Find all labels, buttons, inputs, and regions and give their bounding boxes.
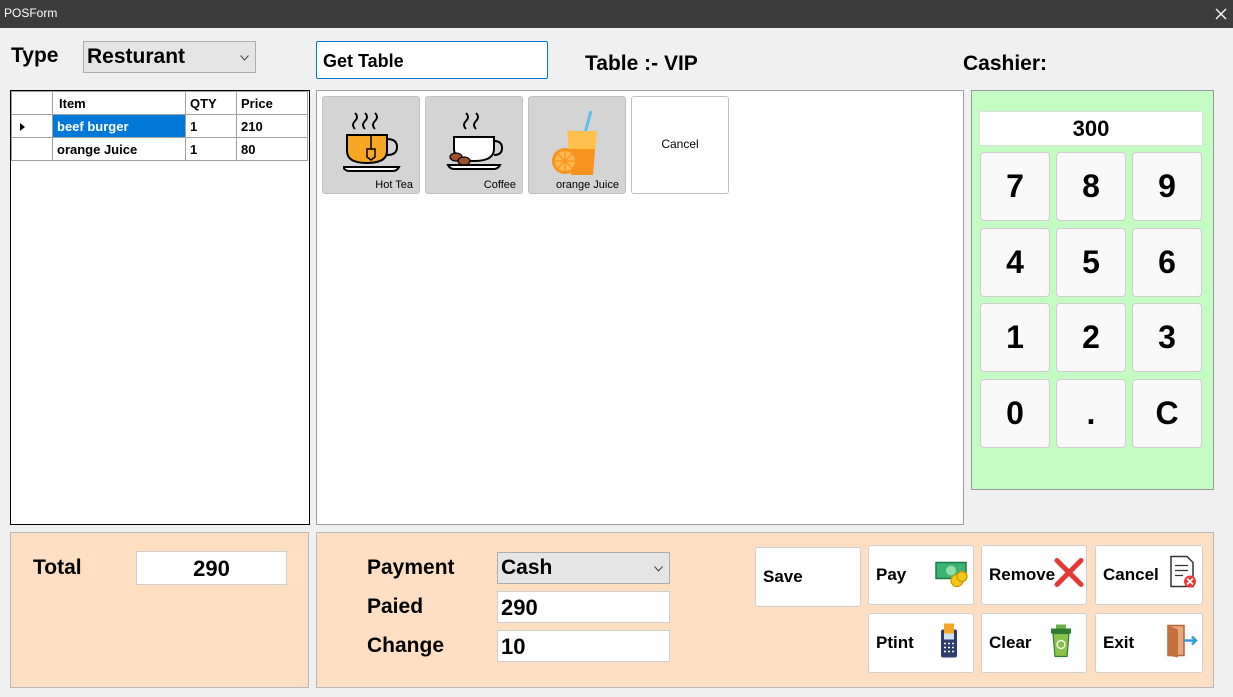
cell-item[interactable]: beef burger bbox=[52, 114, 186, 138]
key-0[interactable]: 0 bbox=[980, 379, 1050, 448]
menu-panel: Hot Tea Coffee orange Juice Cancel bbox=[316, 90, 964, 525]
coffee-icon bbox=[444, 111, 504, 180]
menu-item-label: Coffee bbox=[483, 179, 516, 191]
recycle-bin-icon bbox=[1050, 624, 1072, 663]
key-9[interactable]: 9 bbox=[1132, 152, 1202, 221]
cell-qty[interactable]: 1 bbox=[185, 114, 237, 138]
cancel-document-icon bbox=[1168, 555, 1198, 596]
exit-door-icon bbox=[1164, 624, 1198, 663]
cashier-label: Cashier: bbox=[963, 52, 1048, 75]
menu-cancel-button[interactable]: Cancel bbox=[631, 96, 729, 194]
column-header-price[interactable]: Price bbox=[236, 91, 308, 115]
table-row[interactable]: orange Juice 1 80 bbox=[11, 137, 308, 161]
menu-item-coffee[interactable]: Coffee bbox=[425, 96, 523, 194]
cancel-button[interactable]: Cancel bbox=[1095, 545, 1203, 605]
key-4[interactable]: 4 bbox=[980, 228, 1050, 297]
key-8[interactable]: 8 bbox=[1056, 152, 1126, 221]
total-panel: Total 290 bbox=[10, 532, 309, 688]
remove-button[interactable]: Remove bbox=[981, 545, 1087, 605]
order-table-header: Item QTY Price bbox=[11, 91, 308, 115]
order-table: Item QTY Price beef burger 1 210 orange … bbox=[11, 91, 308, 161]
change-label: Change bbox=[367, 634, 445, 657]
orange-juice-icon bbox=[551, 109, 603, 184]
get-table-button-label: Get Table bbox=[323, 51, 404, 71]
paid-label: Paied bbox=[367, 595, 424, 618]
row-header-corner bbox=[11, 91, 53, 115]
menu-item-orange-juice[interactable]: orange Juice bbox=[528, 96, 626, 194]
total-value: 290 bbox=[136, 551, 287, 585]
get-table-button[interactable]: Get Table bbox=[316, 41, 548, 79]
key-2[interactable]: 2 bbox=[1056, 303, 1126, 372]
key-5[interactable]: 5 bbox=[1056, 228, 1126, 297]
payment-label: Payment bbox=[367, 556, 455, 579]
payment-select-value: Cash bbox=[501, 556, 553, 579]
row-selector[interactable] bbox=[11, 137, 53, 161]
print-button[interactable]: Ptint bbox=[868, 613, 974, 673]
payment-select[interactable]: Cash bbox=[497, 552, 670, 584]
cancel-button-label: Cancel bbox=[1103, 565, 1159, 584]
close-icon[interactable] bbox=[1209, 0, 1233, 28]
type-label: Type bbox=[11, 44, 59, 67]
chevron-down-icon bbox=[240, 48, 249, 66]
clear-button-label: Clear bbox=[989, 633, 1032, 652]
key-6[interactable]: 6 bbox=[1132, 228, 1202, 297]
menu-cancel-label: Cancel bbox=[661, 137, 699, 151]
row-pointer-icon bbox=[16, 119, 26, 134]
key-clear[interactable]: C bbox=[1132, 379, 1202, 448]
type-select-value: Resturant bbox=[87, 45, 186, 68]
pay-button-label: Pay bbox=[876, 565, 907, 584]
cell-price[interactable]: 80 bbox=[236, 137, 308, 161]
change-value: 10 bbox=[497, 630, 670, 662]
cell-qty[interactable]: 1 bbox=[185, 137, 237, 161]
numpad-display: 300 bbox=[979, 111, 1203, 146]
key-3[interactable]: 3 bbox=[1132, 303, 1202, 372]
type-select[interactable]: Resturant bbox=[83, 41, 256, 73]
paid-input[interactable]: 290 bbox=[497, 591, 670, 623]
chevron-down-icon bbox=[654, 559, 663, 577]
table-label: Table :- VIP bbox=[585, 52, 698, 75]
order-grid[interactable]: Item QTY Price beef burger 1 210 orange … bbox=[10, 90, 310, 525]
print-button-label: Ptint bbox=[876, 633, 914, 652]
card-terminal-icon bbox=[939, 622, 959, 665]
table-row[interactable]: beef burger 1 210 bbox=[11, 114, 308, 138]
numpad-panel: 300 7 8 9 4 5 6 1 2 3 0 . C bbox=[971, 90, 1214, 490]
exit-button[interactable]: Exit bbox=[1095, 613, 1203, 673]
menu-item-hot-tea[interactable]: Hot Tea bbox=[322, 96, 420, 194]
key-decimal[interactable]: . bbox=[1056, 379, 1126, 448]
title-bar: POSForm bbox=[0, 0, 1233, 28]
row-selector[interactable] bbox=[11, 114, 53, 138]
pay-button[interactable]: Pay bbox=[868, 545, 974, 605]
save-button[interactable]: Save bbox=[755, 547, 861, 607]
column-header-qty[interactable]: QTY bbox=[185, 91, 237, 115]
remove-button-label: Remove bbox=[989, 565, 1056, 584]
red-x-icon bbox=[1054, 558, 1084, 593]
hot-tea-icon bbox=[341, 111, 401, 180]
clear-button[interactable]: Clear bbox=[981, 613, 1087, 673]
key-1[interactable]: 1 bbox=[980, 303, 1050, 372]
column-header-item[interactable]: Item bbox=[52, 91, 186, 115]
cell-item[interactable]: orange Juice bbox=[52, 137, 186, 161]
total-label: Total bbox=[33, 556, 82, 579]
payment-panel: Payment Cash Paied 290 Change 10 Save Pa… bbox=[316, 532, 1214, 688]
exit-button-label: Exit bbox=[1103, 633, 1135, 652]
cash-icon bbox=[935, 557, 969, 594]
cell-price[interactable]: 210 bbox=[236, 114, 308, 138]
menu-item-label: Hot Tea bbox=[375, 179, 413, 191]
window-title: POSForm bbox=[4, 6, 58, 20]
save-button-label: Save bbox=[763, 567, 803, 586]
menu-item-label: orange Juice bbox=[556, 179, 619, 191]
key-7[interactable]: 7 bbox=[980, 152, 1050, 221]
